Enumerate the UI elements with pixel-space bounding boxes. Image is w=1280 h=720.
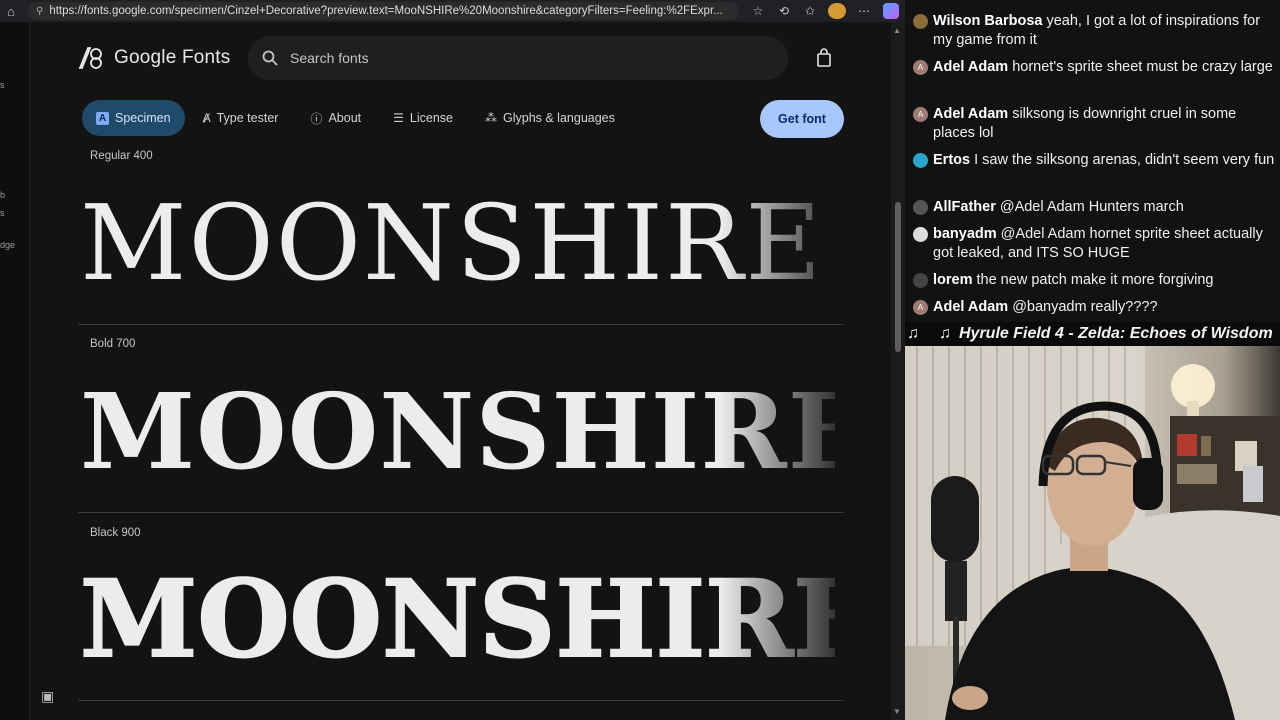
user-badge-icon: A (913, 107, 928, 122)
scroll-up-icon[interactable]: ▲ (893, 26, 901, 35)
chat-message-body: Adel Adam silksong is downright cruel in … (933, 105, 1275, 143)
tab-label: About (328, 111, 362, 125)
user-badge-icon: A (913, 60, 928, 75)
music-note-icon: ♫ (939, 325, 951, 342)
chat-username[interactable]: Adel Adam (933, 299, 1008, 315)
star-icon[interactable]: ☆ (745, 4, 771, 18)
chat-text: @banyadm really???? (1012, 299, 1158, 315)
chat-text: @Adel Adam Hunters march (999, 199, 1184, 215)
divider (78, 324, 844, 325)
music-note-icon: ♫ (907, 325, 919, 342)
search-bar[interactable] (248, 36, 788, 80)
google-fonts-logo[interactable]: Google Fonts (78, 46, 230, 70)
search-icon (262, 50, 278, 66)
tab-label: License (409, 111, 453, 125)
scroll-down-icon[interactable]: ▼ (893, 707, 901, 716)
chat-text: I saw the silksong arenas, didn't seem v… (974, 152, 1275, 168)
chat-username[interactable]: lorem (933, 272, 973, 288)
chat-message-body: Adel Adam @banyadm really???? (933, 298, 1275, 317)
glyphs-icon: ⁂ (485, 111, 497, 125)
webcam-feed (905, 346, 1280, 720)
tab-specimen[interactable]: A Specimen (82, 100, 185, 136)
tab-label: Type tester (216, 111, 279, 125)
chat-message-body: banyadm @Adel Adam hornet sprite sheet ac… (933, 225, 1275, 263)
sidebar-fragment: dge (0, 240, 16, 250)
chat-text: hornet's sprite sheet must be crazy larg… (1012, 59, 1273, 75)
user-badge-icon (913, 200, 928, 215)
song-title: Hyrule Field 4 - Zelda: Echoes of Wisdom (959, 325, 1273, 342)
shopping-bag-icon[interactable] (814, 48, 834, 68)
left-sidebar: s b s dge (0, 22, 30, 720)
tab-about[interactable]: ⓘ About (296, 100, 375, 136)
chat-message-body: lorem the new patch make it more forgivin… (933, 271, 1275, 290)
tab-license[interactable]: ☰ License (379, 100, 467, 136)
browser-window: ⌂ ⚲ https://fonts.google.com/specimen/Ci… (0, 0, 905, 720)
sidebar-fragment: s (0, 208, 5, 218)
brand-name: Google Fonts (114, 47, 231, 68)
tab-label: Specimen (115, 111, 171, 125)
user-badge-icon (913, 227, 928, 242)
user-badge-icon (913, 153, 928, 168)
get-font-button[interactable]: Get font (760, 100, 844, 138)
chat-message-body: Adel Adam hornet's sprite sheet must be c… (933, 58, 1275, 77)
info-icon: ⓘ (310, 111, 323, 126)
more-menu-icon[interactable]: ⋯ (851, 4, 877, 18)
extension-avatar-icon[interactable] (828, 3, 846, 19)
chat-username[interactable]: AllFather (933, 199, 996, 215)
site-info-icon[interactable]: ⚲ (36, 6, 43, 17)
specimen-bold[interactable]: MOONSHIRE MOONSHIRE (80, 370, 835, 490)
user-badge-icon (913, 14, 928, 29)
chat-username[interactable]: Adel Adam (933, 59, 1008, 75)
chat-message-body: Ertos I saw the silksong arenas, didn't s… (933, 151, 1275, 170)
chat-username[interactable]: Ertos (933, 152, 970, 168)
page-scrollbar[interactable]: ▲ ▼ (891, 22, 905, 720)
url-text: https://fonts.google.com/specimen/Cinzel… (49, 5, 723, 17)
search-input[interactable] (290, 50, 750, 66)
user-badge-icon: A (913, 300, 928, 315)
style-label-bold: Bold 700 (90, 338, 136, 350)
chat-panel: Wilson Barbosa yeah, I got a lot of inspi… (905, 0, 1280, 322)
now-playing-bar: ♫ ♫ Hyrule Field 4 - Zelda: Echoes of Wi… (905, 322, 1280, 346)
chat-message-body: Wilson Barbosa yeah, I got a lot of inspi… (933, 12, 1275, 50)
feedback-icon[interactable]: ▣ (41, 688, 54, 705)
style-label-black: Black 900 (90, 527, 141, 539)
specimen-tabs: A Specimen Ⱥ Type tester ⓘ About ☰ Licen… (82, 100, 633, 136)
scrollbar-thumb[interactable] (895, 202, 901, 352)
sidebar-fragment: b (0, 190, 6, 200)
tab-type-tester[interactable]: Ⱥ Type tester (189, 100, 293, 136)
chat-username[interactable]: Wilson Barbosa (933, 13, 1042, 29)
divider (78, 512, 844, 513)
divider (78, 700, 844, 701)
sidebar-fragment: s (0, 80, 5, 90)
chat-text: the new patch make it more forgiving (976, 272, 1214, 288)
address-bar: ⌂ ⚲ https://fonts.google.com/specimen/Ci… (0, 0, 905, 22)
tab-glyphs-languages[interactable]: ⁂ Glyphs & languages (471, 100, 629, 136)
license-icon: ☰ (393, 111, 404, 125)
chat-username[interactable]: banyadm (933, 226, 997, 242)
chat-username[interactable]: Adel Adam (933, 106, 1008, 122)
copilot-icon[interactable] (883, 3, 899, 19)
home-icon[interactable]: ⌂ (0, 4, 22, 19)
google-fonts-logo-icon (78, 47, 102, 69)
url-field[interactable]: ⚲ https://fonts.google.com/specimen/Cinz… (28, 2, 739, 20)
specimen-regular[interactable]: MOONSHIRE MOONSHIRE (80, 182, 835, 302)
specimen-black[interactable]: MOONSHIRE MOONSHIRE (80, 556, 835, 678)
style-label-regular: Regular 400 (90, 150, 153, 162)
user-badge-icon (913, 273, 928, 288)
type-tester-icon: Ⱥ (202, 111, 211, 125)
favorites-icon[interactable]: ✩ (797, 4, 823, 18)
chat-message-body: AllFather @Adel Adam Hunters march (933, 198, 1275, 217)
extensions-icon[interactable]: ⟲ (771, 4, 797, 18)
specimen-icon: A (96, 111, 109, 125)
tab-label: Glyphs & languages (503, 111, 615, 125)
